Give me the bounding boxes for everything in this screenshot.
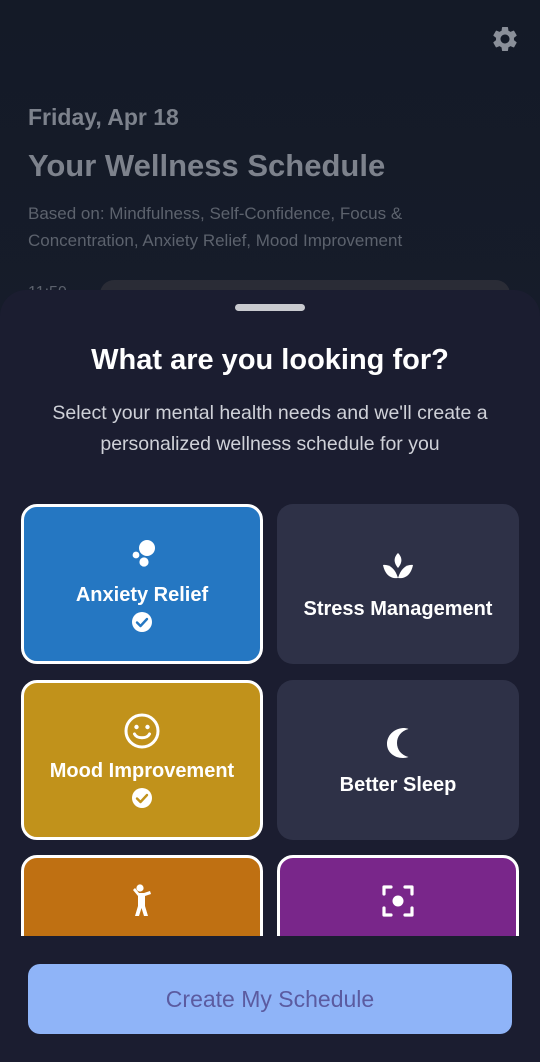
option-better-sleep[interactable]: Better Sleep [277,680,519,840]
cta-area: Create My Schedule [0,936,540,1062]
option-label: Anxiety Relief [75,583,209,606]
sheet-title: What are you looking for? [91,344,449,376]
focus-icon [382,885,414,917]
schedule-date: Friday, Apr 18 [28,104,179,130]
settings-gear-icon[interactable] [490,24,520,54]
moon-icon [387,727,409,758]
option-label: Better Sleep [339,773,457,796]
sheet-drag-handle[interactable] [235,304,305,311]
person-icon [133,884,151,916]
sheet-subtitle: Select your mental health needs and we'l… [52,402,488,455]
smile-icon [124,713,160,748]
bubbles-icon [132,539,155,567]
option-label: Mood Improvement [49,759,235,782]
check-circle-icon [132,611,152,632]
check-circle-icon [132,787,152,808]
needs-bottom-sheet: What are you looking for? Select your me… [0,290,540,1062]
option-label: Stress Management [303,597,493,620]
option-focus[interactable] [277,855,519,936]
option-stress-management[interactable]: Stress Management [277,504,519,664]
create-schedule-button[interactable]: Create My Schedule [28,964,512,1034]
lotus-icon [383,552,413,578]
schedule-based-on: Based on: Mindfulness, Self-Confidence, … [28,204,403,250]
schedule-title: Your Wellness Schedule [28,148,386,183]
option-anxiety-relief[interactable]: Anxiety Relief [21,504,263,664]
option-mood-improvement[interactable]: Mood Improvement [21,680,263,840]
option-physical-activity[interactable] [21,855,263,936]
needs-grid: Anxiety Relief Stress Management Mood Im… [0,504,540,936]
